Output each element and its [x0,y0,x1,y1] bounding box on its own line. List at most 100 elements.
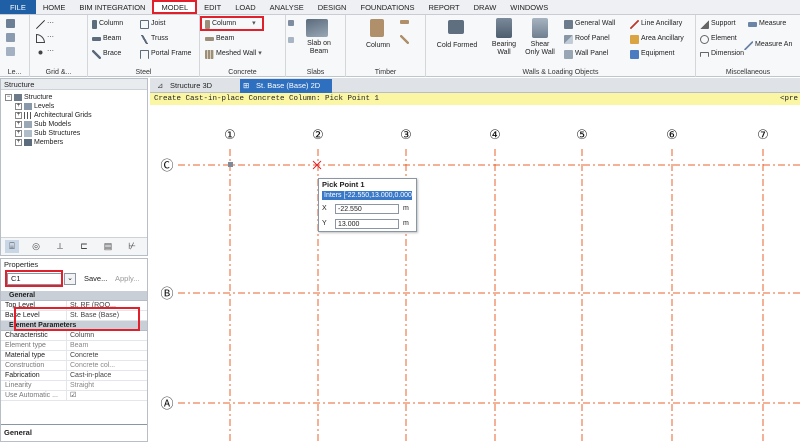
apply-button[interactable]: Apply... [115,274,139,283]
line-ancillary-button[interactable]: Line Ancillary [630,19,682,29]
tree-item-members[interactable]: + Members [5,138,147,147]
expand-icon[interactable]: + [15,120,22,128]
menu-draw[interactable]: DRAW [467,0,504,14]
timber-column-icon[interactable] [370,19,384,37]
prop-construction[interactable]: Construction Concrete col... [1,361,147,371]
equipment-button[interactable]: Equipment [630,49,674,59]
steel-portal-frame-button[interactable]: Portal Frame [140,49,191,59]
design-tab-icon[interactable]: ⊏ [77,240,91,253]
timber-tool-2[interactable] [400,35,409,44]
measure-angle-icon [744,40,753,50]
dimension-button[interactable]: Dimension [700,49,744,59]
slab-small-tool-2[interactable] [288,37,294,43]
general-wall-button[interactable]: General Wall [564,19,615,29]
group-label-slabs: Slabs [306,69,325,76]
prop-material-type[interactable]: Material type Concrete [1,351,147,361]
report-tab-icon[interactable]: ▤ [101,240,115,253]
structure-tab-icon[interactable]: ⌸ [5,240,19,253]
globe-tab-icon[interactable]: ◎ [29,240,43,253]
y-coordinate-input[interactable] [335,219,399,229]
area-ancillary-button[interactable]: Area Ancillary [630,34,684,44]
menu-windows[interactable]: WINDOWS [503,0,555,14]
measure-angle-button[interactable]: Measure An [744,40,792,50]
prop-fabrication[interactable]: Fabrication Cast-in-place [1,371,147,381]
tab-structure-3d[interactable]: ⊿ Structure 3D [154,79,234,93]
expand-icon[interactable]: + [15,111,22,119]
menu-foundations[interactable]: FOUNDATIONS [353,0,421,14]
chevron-down-icon[interactable]: ⌄ [64,273,76,285]
tree-item-levels[interactable]: + Levels [5,102,147,111]
measure-button[interactable]: Measure [748,19,786,29]
levels-tool-1[interactable] [6,19,15,28]
prop-linearity[interactable]: Linearity Straight [1,381,147,391]
menu-model[interactable]: MODEL [152,0,198,14]
grid-dots-tool[interactable]: ⋯ [36,47,54,57]
steel-beam-button[interactable]: Beam [92,34,121,44]
support-button[interactable]: Support [700,19,736,29]
timber-tool-1[interactable] [400,20,409,24]
grid-bubble-row: Ⓐ [160,397,173,412]
tree-item-sub-models[interactable]: + Sub Models [5,120,147,129]
menu-load[interactable]: LOAD [228,0,262,14]
save-button[interactable]: Save... [84,274,107,283]
steel-brace-button[interactable]: Brace [92,49,121,59]
shear-wall-icon[interactable] [532,18,548,38]
draw-tab-icon[interactable]: ⊬ [125,240,139,253]
wall-panel-icon [564,49,573,59]
load-tab-icon[interactable]: ⟂ [53,240,67,253]
prop-characteristic[interactable]: Characteristic Column [1,331,147,341]
wall-panel-button[interactable]: Wall Panel [564,49,608,59]
grid-lines [178,149,800,442]
meshed-wall-button[interactable]: Meshed Wall ▾ [205,49,262,59]
use-automatic-checkbox[interactable]: ☑ [67,391,147,400]
expand-icon[interactable]: + [15,129,22,137]
menu-home[interactable]: HOME [36,0,73,14]
timber-column-label[interactable]: Column [358,42,398,50]
slab-on-beam-label[interactable]: Slab on Beam [296,40,342,56]
shear-wall-label[interactable]: Shear Only Wall [522,41,558,57]
menu-bim-integration[interactable]: BIM INTEGRATION [72,0,152,14]
steel-beam-icon [92,37,101,41]
expand-icon[interactable]: + [15,102,22,110]
grid-line-tool[interactable]: ⋯ [36,19,54,29]
levels-tool-3[interactable] [6,47,15,56]
steel-joist-button[interactable]: Joist [140,19,165,29]
command-right[interactable]: <pre [780,93,798,105]
collapse-icon[interactable]: − [5,93,12,101]
x-coordinate-input[interactable] [335,204,399,214]
grid-arc-tool[interactable]: ⋯ [36,33,54,43]
slab-on-beam-icon[interactable] [306,19,328,37]
inters-option[interactable]: Inters [-22.550,13.000,0.000]m [322,191,412,200]
prop-use-automatic[interactable]: Use Automatic ... ☑ [1,391,147,401]
grid-bubble-column: ④ [489,128,501,143]
prop-element-type[interactable]: Element type Beam [1,341,147,351]
steel-column-icon [92,19,97,29]
grid-bubble-column: ⑥ [666,128,678,143]
cold-formed-label[interactable]: Cold Formed [432,42,482,50]
menu-design[interactable]: DESIGN [311,0,354,14]
tree-item-architectural-grids[interactable]: + Architectural Grids [5,111,147,120]
levels-tool-2[interactable] [6,33,15,42]
grid-bubble-row: Ⓑ [160,287,173,302]
element-button[interactable]: Element [700,34,737,44]
tree-item-structure[interactable]: − Structure [5,93,147,102]
menu-analyse[interactable]: ANALYSE [263,0,311,14]
tree-item-sub-structures[interactable]: + Sub Structures [5,129,147,138]
roof-panel-button[interactable]: Roof Panel [564,34,610,44]
steel-truss-button[interactable]: Truss [140,34,168,44]
bearing-wall-icon[interactable] [496,18,512,38]
highlight-property-set [5,270,63,287]
brace-icon [92,49,101,59]
bearing-wall-label[interactable]: Bearing Wall [486,41,522,57]
menu-report[interactable]: REPORT [422,0,467,14]
concrete-beam-button[interactable]: Beam [205,34,234,44]
expand-icon[interactable]: + [15,138,22,146]
cold-formed-icon[interactable] [448,20,464,34]
menu-file[interactable]: FILE [0,0,36,14]
menu-edit[interactable]: EDIT [197,0,228,14]
tab-st-base-2d[interactable]: ⊞ St. Base (Base) 2D [240,79,332,93]
slab-small-tool-1[interactable] [288,20,294,26]
steel-column-button[interactable]: Column [92,19,123,29]
drawing-canvas[interactable]: ① ② ③ ④ ⑤ ⑥ ⑦ Ⓒ Ⓑ Ⓐ [150,105,800,442]
section-general[interactable]: General [1,291,147,301]
